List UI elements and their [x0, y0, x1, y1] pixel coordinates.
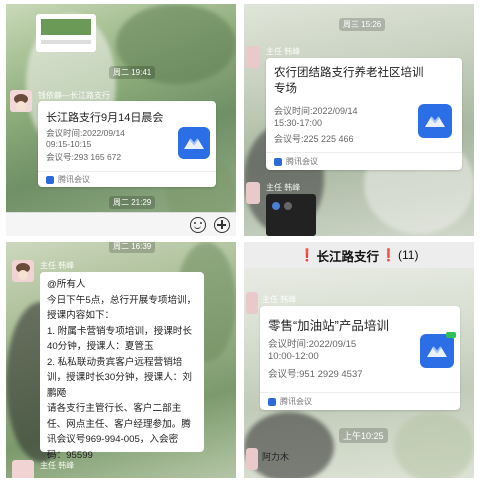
meeting-time: 15:30-17:00	[274, 118, 323, 128]
timestamp: 周二 21:29	[109, 196, 156, 209]
chat-panel-2: 周三 15:26 主任 韩峰 农行团结路支行养老社区培训专场 会议时间:2022…	[244, 4, 474, 236]
add-icon[interactable]	[214, 217, 230, 233]
avatar[interactable]	[246, 292, 258, 314]
message-bubble[interactable]: @所有人 今日下午5点，总行开展专项培训，授课内容如下： 1. 附属卡营销专项培…	[40, 272, 204, 461]
member-count: (11)	[397, 248, 419, 262]
tencent-meeting-logo-icon	[418, 104, 452, 138]
sender-name: 钱依静—长江路支行	[38, 91, 110, 100]
chat-panel-4: ❗ 长江路支行 ❗ (11) 主任 韩峰 零售“加油站”产品培训 会议时间:20…	[244, 242, 474, 478]
image-thumbnail[interactable]	[266, 194, 316, 236]
chat-panel-1: 周二 19:41 钱依静—长江路支行 长江路支行9月14日晨会 会议时间:202…	[6, 4, 236, 236]
tencent-meeting-small-icon	[274, 157, 282, 166]
sender-name: 主任 韩峰	[40, 461, 75, 470]
meeting-date: 会议时间:2022/09/14	[274, 106, 358, 116]
card-source: 腾讯会议	[286, 157, 318, 166]
meeting-time: 09:15-10:15	[46, 139, 92, 149]
chat-panel-3: 周二 16:39 主任 韩峰 @所有人 今日下午5点，总行开展专项培训，授课内容…	[6, 242, 236, 478]
meeting-time: 10:00-12:00	[268, 351, 319, 362]
pin-icon: ❗	[381, 248, 396, 262]
sender-name: 主任 韩峰	[266, 47, 301, 56]
timestamp: 周二 19:41	[109, 66, 156, 79]
sender-name: 主任 韩峰	[40, 261, 75, 270]
tencent-meeting-small-icon	[46, 175, 54, 184]
pin-icon: ❗	[299, 248, 315, 262]
background-foliage	[394, 412, 474, 478]
card-source: 腾讯会议	[58, 175, 90, 184]
sender-name: 主任 韩峰	[266, 183, 301, 192]
input-bar	[6, 212, 236, 236]
sender-name: 主任 韩峰	[262, 295, 297, 304]
meeting-card[interactable]: 零售“加油站”产品培训 会议时间:2022/09/15 10:00-12:00 …	[260, 306, 460, 410]
card-footer: 腾讯会议	[266, 152, 462, 170]
timestamp: 周二 16:39	[109, 242, 156, 253]
meeting-id: 会议号:225 225 466	[274, 134, 354, 144]
group-title[interactable]: 长江路支行	[317, 246, 380, 265]
chat-header: ❗ 长江路支行 ❗ (11)	[244, 242, 474, 268]
meeting-title: 农行团结路支行养老社区培训专场	[274, 67, 424, 95]
tencent-meeting-logo-icon	[178, 127, 210, 159]
tencent-meeting-logo-icon	[420, 332, 456, 368]
card-source: 腾讯会议	[280, 397, 312, 406]
card-footer: 腾讯会议	[38, 171, 216, 187]
emoji-icon[interactable]	[190, 217, 206, 233]
image-thumbnail[interactable]	[36, 14, 96, 52]
meeting-card[interactable]: 农行团结路支行养老社区培训专场 会议时间:2022/09/14 15:30-17…	[266, 58, 462, 170]
meeting-date: 会议时间:2022/09/15	[268, 339, 357, 350]
meeting-card[interactable]: 长江路支行9月14日晨会 会议时间:2022/09/14 09:15-10:15…	[38, 101, 216, 187]
avatar[interactable]	[12, 460, 34, 478]
avatar[interactable]	[12, 260, 34, 282]
avatar[interactable]	[246, 182, 260, 204]
card-footer: 腾讯会议	[260, 392, 460, 410]
timestamp: 上午10:25	[339, 428, 388, 443]
timestamp: 周三 15:26	[339, 18, 386, 31]
meeting-title: 长江路支行9月14日晨会	[46, 112, 164, 124]
meeting-date: 会议时间:2022/09/14	[46, 128, 125, 138]
avatar[interactable]	[10, 90, 32, 112]
avatar[interactable]	[246, 46, 260, 68]
meeting-id: 会议号:951 2929 4537	[268, 369, 363, 380]
badge-icon	[446, 332, 456, 338]
sender-name: 阿力木	[262, 452, 290, 462]
meeting-id: 会议号:293 165 672	[46, 152, 122, 162]
meeting-title: 零售“加油站”产品培训	[268, 319, 389, 333]
tencent-meeting-small-icon	[268, 397, 276, 406]
avatar[interactable]	[246, 448, 258, 470]
